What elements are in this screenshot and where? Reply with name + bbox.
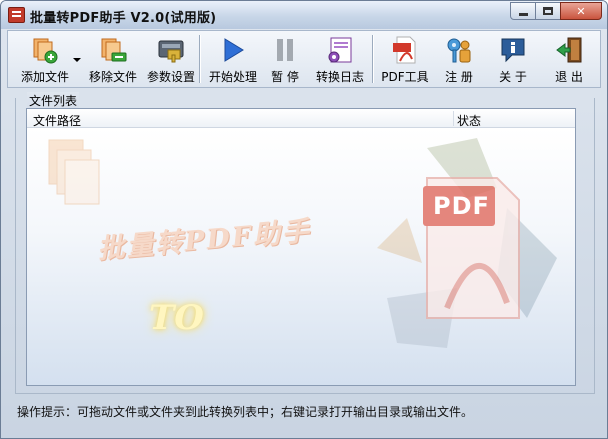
settings-label: 参数设置 — [146, 70, 195, 84]
log-button[interactable]: 转换日志 — [311, 31, 369, 87]
pause-label: 暂 停 — [271, 70, 299, 84]
exit-label: 退 出 — [555, 70, 583, 84]
status-hint: 操作提示：可拖动文件或文件夹到此转换列表中；右键记录打开输出目录或输出文件。 — [17, 405, 474, 419]
document-stack-icon — [48, 139, 100, 205]
settings-button[interactable]: 参数设置 — [142, 31, 200, 87]
start-button[interactable]: 开始处理 — [204, 31, 262, 87]
add-file-dropdown-arrow-icon[interactable] — [73, 58, 81, 62]
maximize-button[interactable] — [535, 2, 561, 20]
settings-icon — [156, 35, 186, 65]
window-title: 批量转PDF助手 V2.0(试用版) — [30, 11, 217, 26]
watermark-pdf-text: PDF — [433, 192, 490, 220]
pdf-tool-label: PDF工具 — [381, 70, 429, 84]
pause-button[interactable]: 暂 停 — [260, 31, 310, 87]
file-list-view[interactable]: 文件路径 状态 PDF 批量转PDF助手 TO — [26, 108, 576, 386]
about-button[interactable]: 关 于 — [486, 31, 540, 87]
file-list-body[interactable]: PDF 批量转PDF助手 TO — [27, 128, 575, 385]
watermark-to-text: TO — [149, 298, 204, 338]
toolbar-separator — [199, 35, 201, 83]
remove-file-icon — [98, 35, 128, 65]
app-icon — [8, 7, 25, 23]
file-list-group-label: 文件列表 — [27, 92, 80, 109]
add-file-label: 添加文件 — [20, 70, 69, 84]
log-icon — [325, 35, 355, 65]
exit-door-icon — [554, 35, 584, 65]
add-file-button[interactable]: 添加文件 — [16, 31, 74, 87]
close-icon: ✕ — [576, 4, 586, 18]
minimize-icon — [518, 12, 528, 16]
log-label: 转换日志 — [315, 70, 364, 84]
toolbar: 添加文件 移除文件 参数设置 开始处理 暂 停 转换日志 PDF工具 注 册 关… — [7, 30, 601, 88]
register-key-icon — [444, 35, 474, 65]
file-list-header: 文件路径 状态 — [27, 109, 575, 128]
play-icon — [218, 35, 248, 65]
register-label: 注 册 — [445, 70, 473, 84]
pdf-tool-button[interactable]: PDF工具 — [376, 31, 434, 87]
close-button[interactable]: ✕ — [560, 2, 602, 20]
remove-file-label: 移除文件 — [88, 70, 137, 84]
main-window: 批量转PDF助手 V2.0(试用版) ✕ 添加文件 移除文件 参数设置 开始处理… — [0, 0, 608, 439]
column-file-path[interactable]: 文件路径 — [33, 112, 81, 129]
exit-button[interactable]: 退 出 — [542, 31, 596, 87]
column-divider[interactable] — [453, 111, 454, 126]
window-controls: ✕ — [510, 2, 602, 20]
about-label: 关 于 — [499, 70, 527, 84]
minimize-button[interactable] — [510, 2, 536, 20]
start-label: 开始处理 — [208, 70, 257, 84]
toolbar-separator — [372, 35, 374, 83]
maximize-icon — [543, 7, 553, 15]
title-bar[interactable]: 批量转PDF助手 V2.0(试用版) ✕ — [1, 1, 607, 29]
pause-icon — [270, 35, 300, 65]
register-button[interactable]: 注 册 — [434, 31, 484, 87]
add-file-icon — [30, 35, 60, 65]
about-info-icon — [498, 35, 528, 65]
pdf-tool-icon — [390, 35, 420, 65]
remove-file-button[interactable]: 移除文件 — [84, 31, 142, 87]
column-status[interactable]: 状态 — [457, 112, 481, 129]
